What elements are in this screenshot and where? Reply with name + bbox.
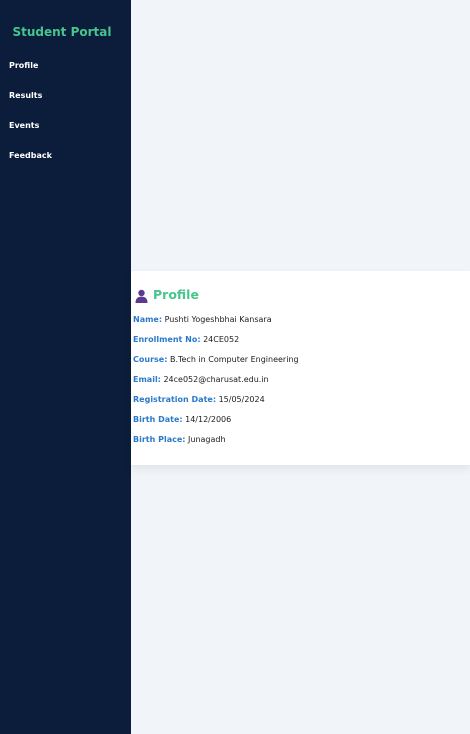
- field-value: B.Tech in Computer Engineering: [169, 355, 299, 364]
- field-value: 24ce052@charusat.edu.in: [163, 375, 269, 384]
- sidebar-item-feedback[interactable]: Feedback: [9, 150, 52, 180]
- field-email: Email: 24ce052@charusat.edu.in: [133, 374, 299, 394]
- field-label: Name:: [133, 315, 163, 324]
- field-birth-place: Birth Place: Junagadh: [133, 434, 299, 454]
- field-enrollment: Enrollment No: 24CE052: [133, 334, 299, 354]
- sidebar-nav: Profile Results Events Feedback: [9, 60, 52, 180]
- field-value: 15/05/2024: [218, 395, 265, 404]
- field-label: Birth Place:: [133, 435, 186, 444]
- profile-card: Profile Name: Pushti Yogeshbhai Kansara …: [131, 271, 470, 465]
- profile-fields: Name: Pushti Yogeshbhai Kansara Enrollme…: [133, 314, 299, 454]
- brand-title: Student Portal: [12, 25, 112, 39]
- field-name: Name: Pushti Yogeshbhai Kansara: [133, 314, 299, 334]
- sidebar-item-results[interactable]: Results: [9, 90, 52, 120]
- field-registration-date: Registration Date: 15/05/2024: [133, 394, 299, 414]
- field-label: Email:: [133, 375, 161, 384]
- profile-card-header: Profile: [135, 287, 199, 303]
- field-birth-date: Birth Date: 14/12/2006: [133, 414, 299, 434]
- field-course: Course: B.Tech in Computer Engineering: [133, 354, 299, 374]
- field-label: Birth Date:: [133, 415, 183, 424]
- field-value: 24CE052: [203, 335, 240, 344]
- app: Student Portal Profile Results Events Fe…: [0, 0, 470, 734]
- sidebar-item-events[interactable]: Events: [9, 120, 52, 150]
- field-label: Course:: [133, 355, 168, 364]
- profile-card-title: Profile: [153, 287, 199, 302]
- field-value: 14/12/2006: [185, 415, 232, 424]
- field-value: Junagadh: [188, 435, 226, 444]
- sidebar-item-profile[interactable]: Profile: [9, 60, 52, 90]
- sidebar: Student Portal Profile Results Events Fe…: [0, 0, 131, 734]
- field-label: Registration Date:: [133, 395, 217, 404]
- field-value: Pushti Yogeshbhai Kansara: [164, 315, 272, 324]
- user-icon: [135, 288, 148, 303]
- field-label: Enrollment No:: [133, 335, 201, 344]
- main-content: Profile Name: Pushti Yogeshbhai Kansara …: [131, 0, 470, 734]
